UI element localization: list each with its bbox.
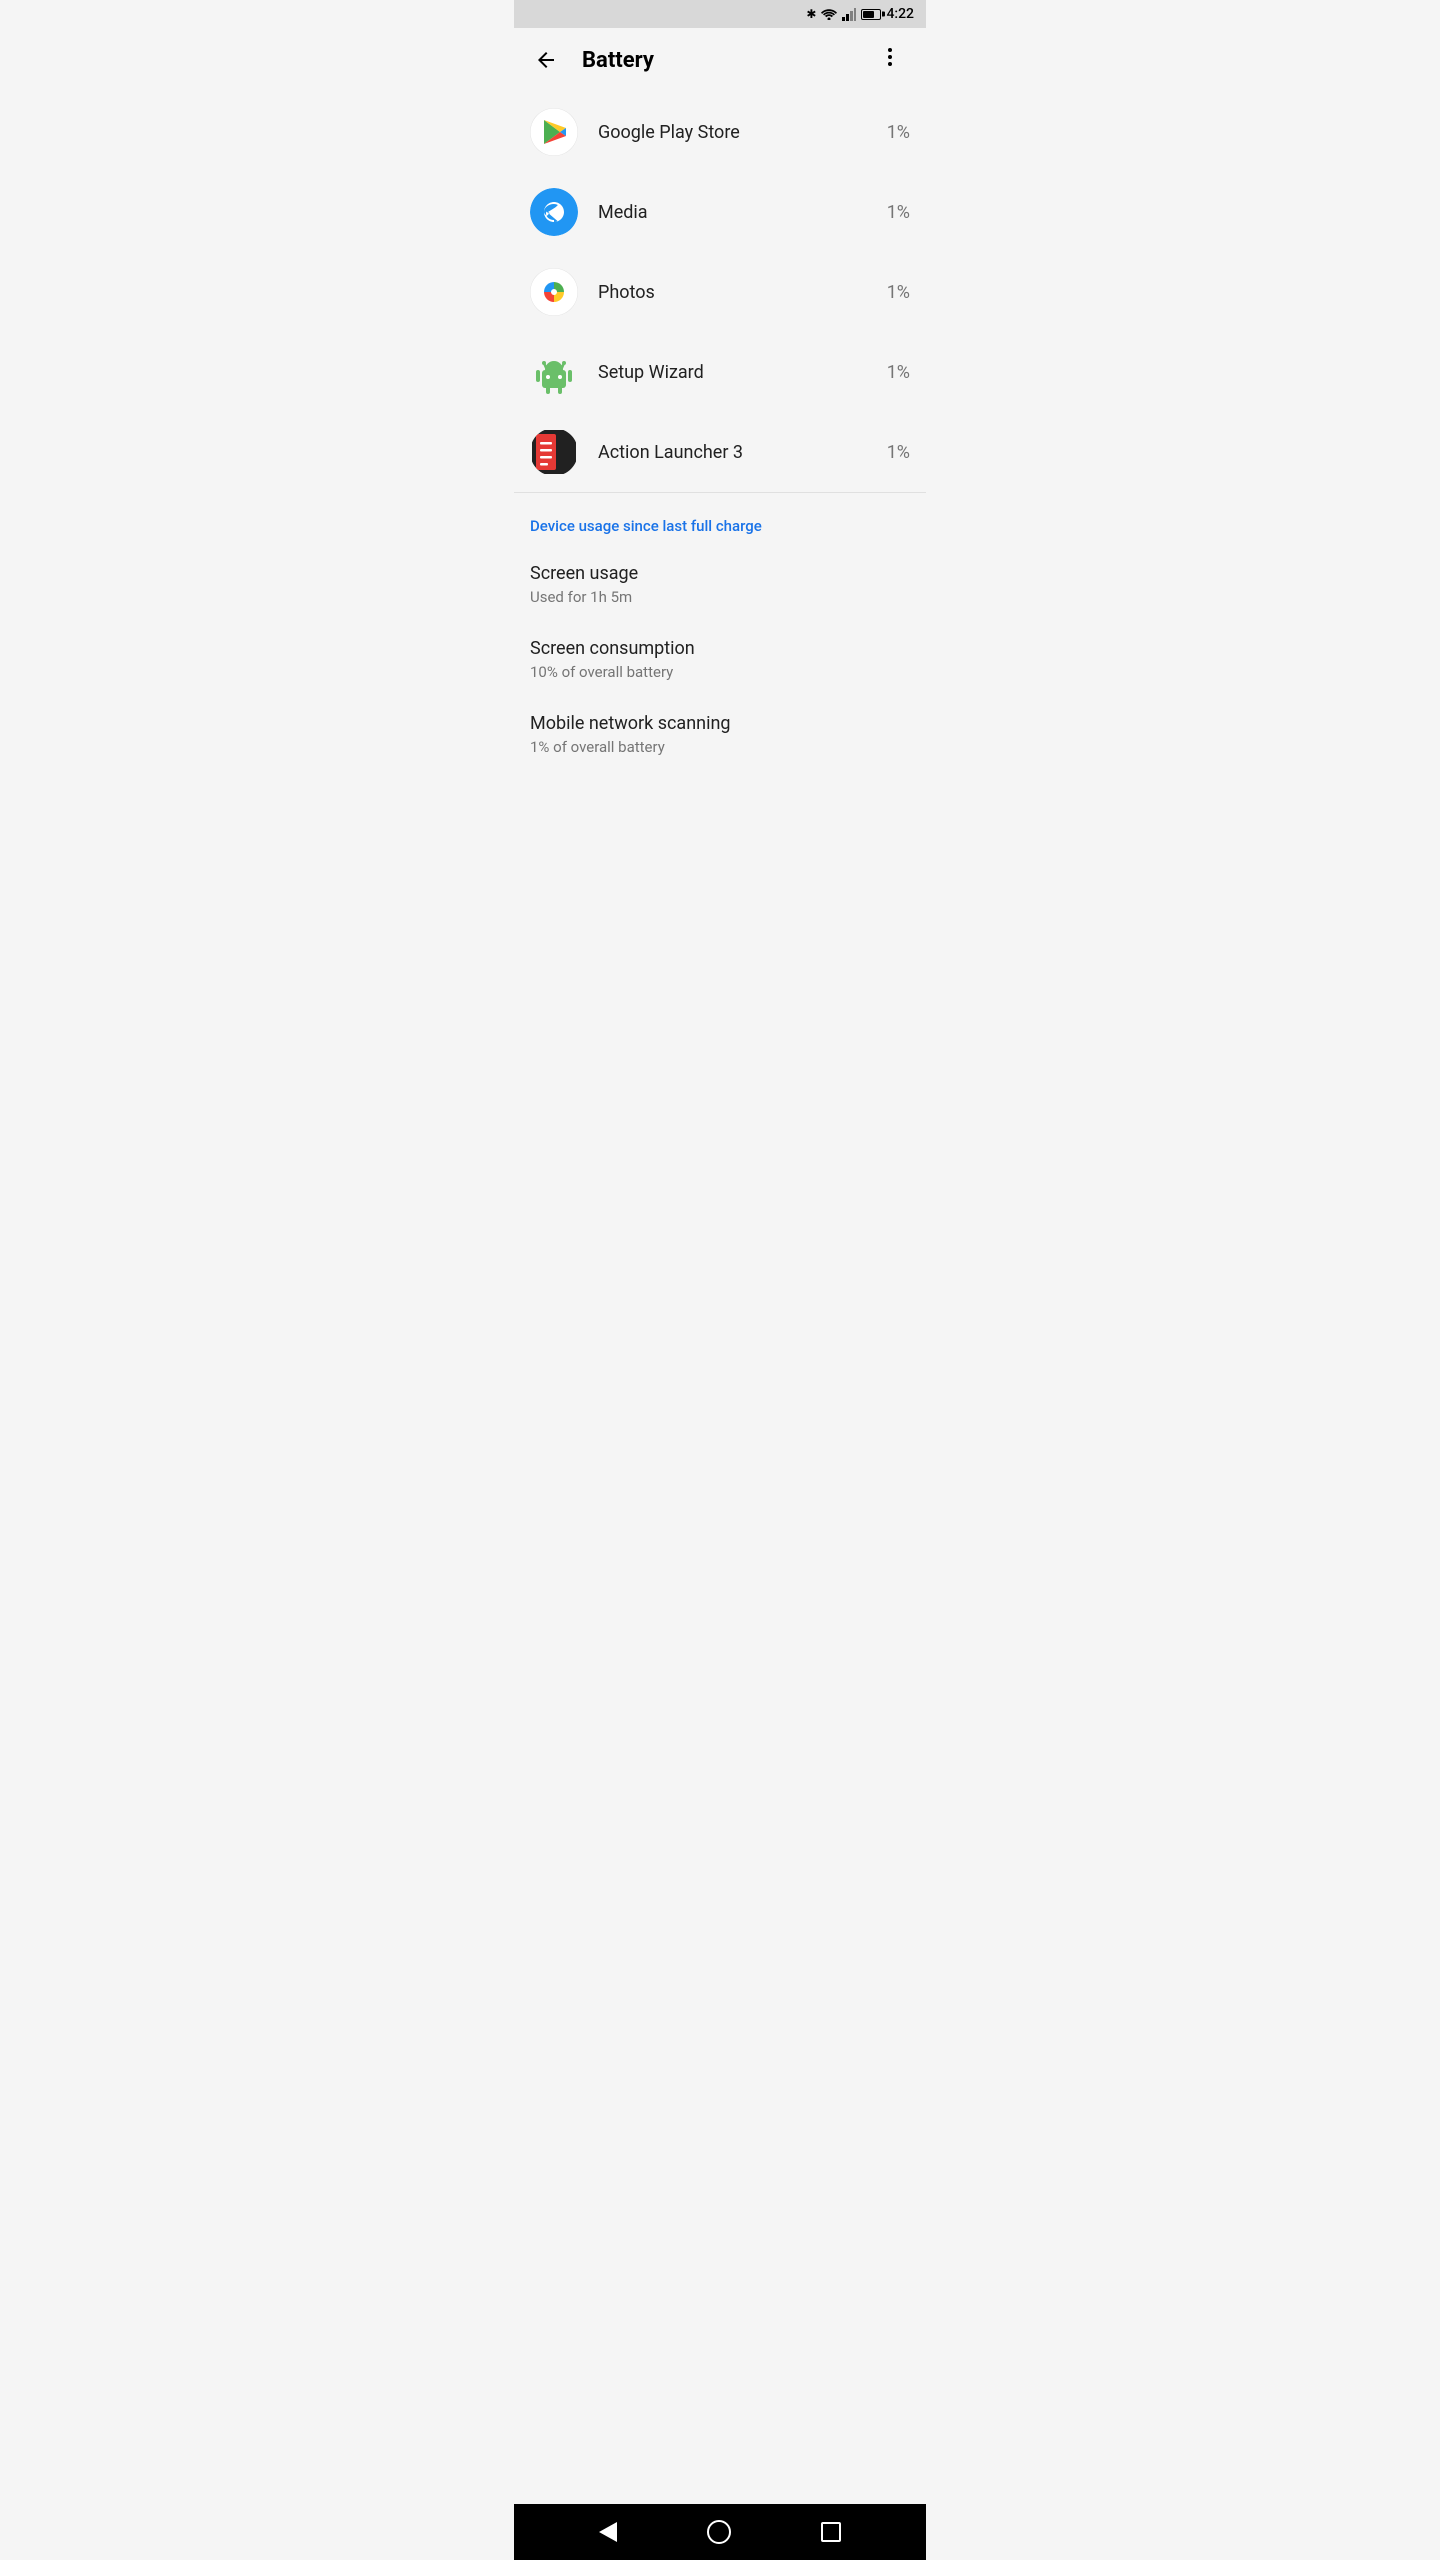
content-area: Google Play Store 1% Media 1% xyxy=(514,92,926,828)
nav-home-icon xyxy=(707,2520,731,2544)
mobile-network-scanning-subtitle: 1% of overall battery xyxy=(530,738,910,756)
app-name-label: Setup Wizard xyxy=(598,362,879,383)
navigation-bar xyxy=(514,2504,926,2560)
photos-icon xyxy=(530,268,578,316)
list-item[interactable]: Setup Wizard 1% xyxy=(514,332,926,412)
battery-status-icon xyxy=(861,9,881,20)
google-play-store-icon xyxy=(530,108,578,156)
status-time: 4:22 xyxy=(886,6,914,22)
app-name-label: Media xyxy=(598,202,879,223)
mobile-network-scanning-title: Mobile network scanning xyxy=(530,713,910,734)
more-options-icon xyxy=(878,45,902,69)
mobile-network-scanning-item[interactable]: Mobile network scanning 1% of overall ba… xyxy=(514,697,926,772)
app-usage-value: 1% xyxy=(887,442,910,463)
nav-recent-button[interactable] xyxy=(821,2522,841,2542)
back-arrow-icon xyxy=(534,48,558,72)
wifi-icon xyxy=(821,8,837,20)
app-usage-value: 1% xyxy=(887,362,910,383)
nav-back-button[interactable] xyxy=(599,2522,617,2542)
status-bar: ✱ 4:22 xyxy=(514,0,926,28)
list-item[interactable]: Photos 1% xyxy=(514,252,926,332)
toolbar: Battery xyxy=(514,28,926,92)
screen-usage-title: Screen usage xyxy=(530,563,910,584)
bluetooth-icon: ✱ xyxy=(806,7,816,21)
list-item[interactable]: Media 1% xyxy=(514,172,926,252)
app-name-label: Action Launcher 3 xyxy=(598,442,879,463)
more-options-button[interactable] xyxy=(870,41,910,79)
back-button[interactable] xyxy=(530,44,562,76)
setup-wizard-icon xyxy=(530,348,578,396)
app-usage-value: 1% xyxy=(887,122,910,143)
device-usage-section-header[interactable]: Device usage since last full charge xyxy=(514,493,926,547)
screen-usage-subtitle: Used for 1h 5m xyxy=(530,588,910,606)
status-icons: ✱ 4:22 xyxy=(806,6,914,22)
screen-consumption-item[interactable]: Screen consumption 10% of overall batter… xyxy=(514,622,926,697)
media-icon xyxy=(530,188,578,236)
screen-consumption-title: Screen consumption xyxy=(530,638,910,659)
nav-back-icon xyxy=(599,2522,617,2542)
signal-icon xyxy=(842,8,856,21)
action-launcher-icon xyxy=(530,428,578,476)
nav-home-button[interactable] xyxy=(707,2520,731,2544)
screen-usage-item[interactable]: Screen usage Used for 1h 5m xyxy=(514,547,926,622)
app-usage-value: 1% xyxy=(887,202,910,223)
app-usage-value: 1% xyxy=(887,282,910,303)
app-name-label: Google Play Store xyxy=(598,122,879,143)
page-title: Battery xyxy=(582,48,870,73)
app-name-label: Photos xyxy=(598,282,879,303)
list-item[interactable]: Google Play Store 1% xyxy=(514,92,926,172)
nav-recent-icon xyxy=(821,2522,841,2542)
list-item[interactable]: Action Launcher 3 1% xyxy=(514,412,926,492)
screen-consumption-subtitle: 10% of overall battery xyxy=(530,663,910,681)
